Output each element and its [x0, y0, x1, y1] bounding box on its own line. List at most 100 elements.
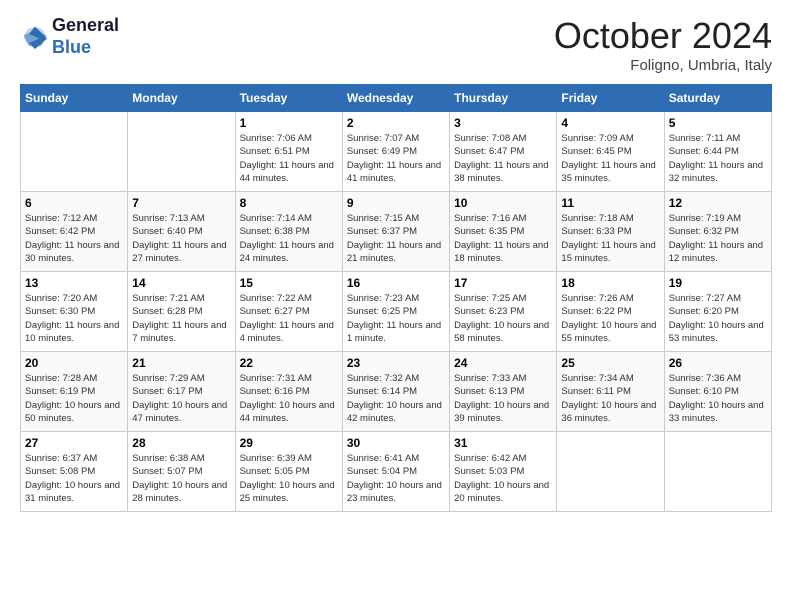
- day-number: 24: [454, 356, 552, 370]
- day-number: 23: [347, 356, 445, 370]
- day-info: Sunrise: 7:25 AMSunset: 6:23 PMDaylight:…: [454, 292, 552, 345]
- day-info: Sunrise: 7:31 AMSunset: 6:16 PMDaylight:…: [240, 372, 338, 425]
- title-block: October 2024 Foligno, Umbria, Italy: [554, 15, 772, 74]
- day-number: 22: [240, 356, 338, 370]
- calendar-cell: 25 Sunrise: 7:34 AMSunset: 6:11 PMDayligh…: [557, 352, 664, 432]
- day-number: 13: [25, 276, 123, 290]
- calendar-cell: 21 Sunrise: 7:29 AMSunset: 6:17 PMDayligh…: [128, 352, 235, 432]
- calendar-cell: 13 Sunrise: 7:20 AMSunset: 6:30 PMDayligh…: [21, 272, 128, 352]
- day-info: Sunrise: 7:07 AMSunset: 6:49 PMDaylight:…: [347, 132, 445, 185]
- day-number: 11: [561, 196, 659, 210]
- page-header: General Blue October 2024 Foligno, Umbri…: [20, 15, 772, 74]
- calendar-week-row: 20 Sunrise: 7:28 AMSunset: 6:19 PMDayligh…: [21, 352, 772, 432]
- weekday-header: Saturday: [664, 85, 771, 112]
- calendar-cell: 17 Sunrise: 7:25 AMSunset: 6:23 PMDayligh…: [450, 272, 557, 352]
- weekday-header-row: SundayMondayTuesdayWednesdayThursdayFrid…: [21, 85, 772, 112]
- calendar-cell: 31Sunrise: 6:42 AMSunset: 5:03 PMDayligh…: [450, 432, 557, 512]
- day-number: 2: [347, 116, 445, 130]
- day-info: Sunrise: 7:22 AMSunset: 6:27 PMDaylight:…: [240, 292, 338, 345]
- calendar-cell: 10 Sunrise: 7:16 AMSunset: 6:35 PMDayligh…: [450, 192, 557, 272]
- calendar-week-row: 27 Sunrise: 6:37 AMSunset: 5:08 PMDayligh…: [21, 432, 772, 512]
- weekday-header: Sunday: [21, 85, 128, 112]
- weekday-header: Monday: [128, 85, 235, 112]
- calendar-cell: 5 Sunrise: 7:11 AMSunset: 6:44 PMDaylight…: [664, 112, 771, 192]
- calendar-cell: 16 Sunrise: 7:23 AMSunset: 6:25 PMDayligh…: [342, 272, 449, 352]
- day-info: Sunrise: 7:26 AMSunset: 6:22 PMDaylight:…: [561, 292, 659, 345]
- day-number: 25: [561, 356, 659, 370]
- day-number: 27: [25, 436, 123, 450]
- day-number: 4: [561, 116, 659, 130]
- day-info: Sunrise: 6:41 AMSunset: 5:04 PMDaylight:…: [347, 452, 445, 505]
- day-number: 28: [132, 436, 230, 450]
- weekday-header: Tuesday: [235, 85, 342, 112]
- day-number: 6: [25, 196, 123, 210]
- calendar-week-row: 1 Sunrise: 7:06 AMSunset: 6:51 PMDaylight…: [21, 112, 772, 192]
- day-info: Sunrise: 7:32 AMSunset: 6:14 PMDaylight:…: [347, 372, 445, 425]
- calendar-cell: [21, 112, 128, 192]
- calendar-cell: [128, 112, 235, 192]
- day-info: Sunrise: 7:36 AMSunset: 6:10 PMDaylight:…: [669, 372, 767, 425]
- calendar-cell: 29 Sunrise: 6:39 AMSunset: 5:05 PMDayligh…: [235, 432, 342, 512]
- day-info: Sunrise: 7:06 AMSunset: 6:51 PMDaylight:…: [240, 132, 338, 185]
- calendar-cell: 27 Sunrise: 6:37 AMSunset: 5:08 PMDayligh…: [21, 432, 128, 512]
- calendar-cell: 7Sunrise: 7:13 AMSunset: 6:40 PMDaylight…: [128, 192, 235, 272]
- calendar-cell: [664, 432, 771, 512]
- calendar-cell: 24 Sunrise: 7:33 AMSunset: 6:13 PMDayligh…: [450, 352, 557, 432]
- day-info: Sunrise: 7:33 AMSunset: 6:13 PMDaylight:…: [454, 372, 552, 425]
- calendar-cell: 18 Sunrise: 7:26 AMSunset: 6:22 PMDayligh…: [557, 272, 664, 352]
- day-info: Sunrise: 7:34 AMSunset: 6:11 PMDaylight:…: [561, 372, 659, 425]
- day-info: Sunrise: 7:15 AMSunset: 6:37 PMDaylight:…: [347, 212, 445, 265]
- calendar-table: SundayMondayTuesdayWednesdayThursdayFrid…: [20, 84, 772, 512]
- day-number: 21: [132, 356, 230, 370]
- day-number: 8: [240, 196, 338, 210]
- day-info: Sunrise: 7:13 AMSunset: 6:40 PMDaylight:…: [132, 212, 230, 265]
- calendar-cell: 8 Sunrise: 7:14 AMSunset: 6:38 PMDaylight…: [235, 192, 342, 272]
- day-number: 17: [454, 276, 552, 290]
- day-info: Sunrise: 7:23 AMSunset: 6:25 PMDaylight:…: [347, 292, 445, 345]
- day-number: 16: [347, 276, 445, 290]
- day-info: Sunrise: 7:14 AMSunset: 6:38 PMDaylight:…: [240, 212, 338, 265]
- day-info: Sunrise: 6:37 AMSunset: 5:08 PMDaylight:…: [25, 452, 123, 505]
- day-number: 19: [669, 276, 767, 290]
- day-info: Sunrise: 7:12 AMSunset: 6:42 PMDaylight:…: [25, 212, 123, 265]
- day-number: 5: [669, 116, 767, 130]
- day-number: 10: [454, 196, 552, 210]
- calendar-cell: 3 Sunrise: 7:08 AMSunset: 6:47 PMDaylight…: [450, 112, 557, 192]
- day-number: 3: [454, 116, 552, 130]
- weekday-header: Thursday: [450, 85, 557, 112]
- day-info: Sunrise: 7:27 AMSunset: 6:20 PMDaylight:…: [669, 292, 767, 345]
- calendar-cell: 2 Sunrise: 7:07 AMSunset: 6:49 PMDaylight…: [342, 112, 449, 192]
- day-number: 26: [669, 356, 767, 370]
- calendar-week-row: 13 Sunrise: 7:20 AMSunset: 6:30 PMDayligh…: [21, 272, 772, 352]
- day-info: Sunrise: 7:29 AMSunset: 6:17 PMDaylight:…: [132, 372, 230, 425]
- calendar-cell: 1 Sunrise: 7:06 AMSunset: 6:51 PMDaylight…: [235, 112, 342, 192]
- day-number: 29: [240, 436, 338, 450]
- day-info: Sunrise: 7:16 AMSunset: 6:35 PMDaylight:…: [454, 212, 552, 265]
- day-number: 1: [240, 116, 338, 130]
- day-info: Sunrise: 6:39 AMSunset: 5:05 PMDaylight:…: [240, 452, 338, 505]
- calendar-cell: 9Sunrise: 7:15 AMSunset: 6:37 PMDaylight…: [342, 192, 449, 272]
- day-number: 14: [132, 276, 230, 290]
- day-number: 30: [347, 436, 445, 450]
- day-number: 15: [240, 276, 338, 290]
- logo-icon: [20, 22, 50, 52]
- day-number: 20: [25, 356, 123, 370]
- day-info: Sunrise: 7:11 AMSunset: 6:44 PMDaylight:…: [669, 132, 767, 185]
- calendar-cell: 22 Sunrise: 7:31 AMSunset: 6:16 PMDayligh…: [235, 352, 342, 432]
- day-info: Sunrise: 7:09 AMSunset: 6:45 PMDaylight:…: [561, 132, 659, 185]
- day-number: 18: [561, 276, 659, 290]
- logo: General Blue: [20, 15, 119, 58]
- calendar-cell: 15 Sunrise: 7:22 AMSunset: 6:27 PMDayligh…: [235, 272, 342, 352]
- calendar-cell: 26 Sunrise: 7:36 AMSunset: 6:10 PMDayligh…: [664, 352, 771, 432]
- day-info: Sunrise: 7:08 AMSunset: 6:47 PMDaylight:…: [454, 132, 552, 185]
- calendar-cell: 20 Sunrise: 7:28 AMSunset: 6:19 PMDayligh…: [21, 352, 128, 432]
- location: Foligno, Umbria, Italy: [554, 57, 772, 74]
- day-info: Sunrise: 7:28 AMSunset: 6:19 PMDaylight:…: [25, 372, 123, 425]
- day-number: 12: [669, 196, 767, 210]
- day-number: 31: [454, 436, 552, 450]
- day-info: Sunrise: 7:20 AMSunset: 6:30 PMDaylight:…: [25, 292, 123, 345]
- page-container: General Blue October 2024 Foligno, Umbri…: [0, 0, 792, 527]
- weekday-header: Wednesday: [342, 85, 449, 112]
- calendar-cell: 12Sunrise: 7:19 AMSunset: 6:32 PMDayligh…: [664, 192, 771, 272]
- logo-line2: Blue: [52, 37, 119, 59]
